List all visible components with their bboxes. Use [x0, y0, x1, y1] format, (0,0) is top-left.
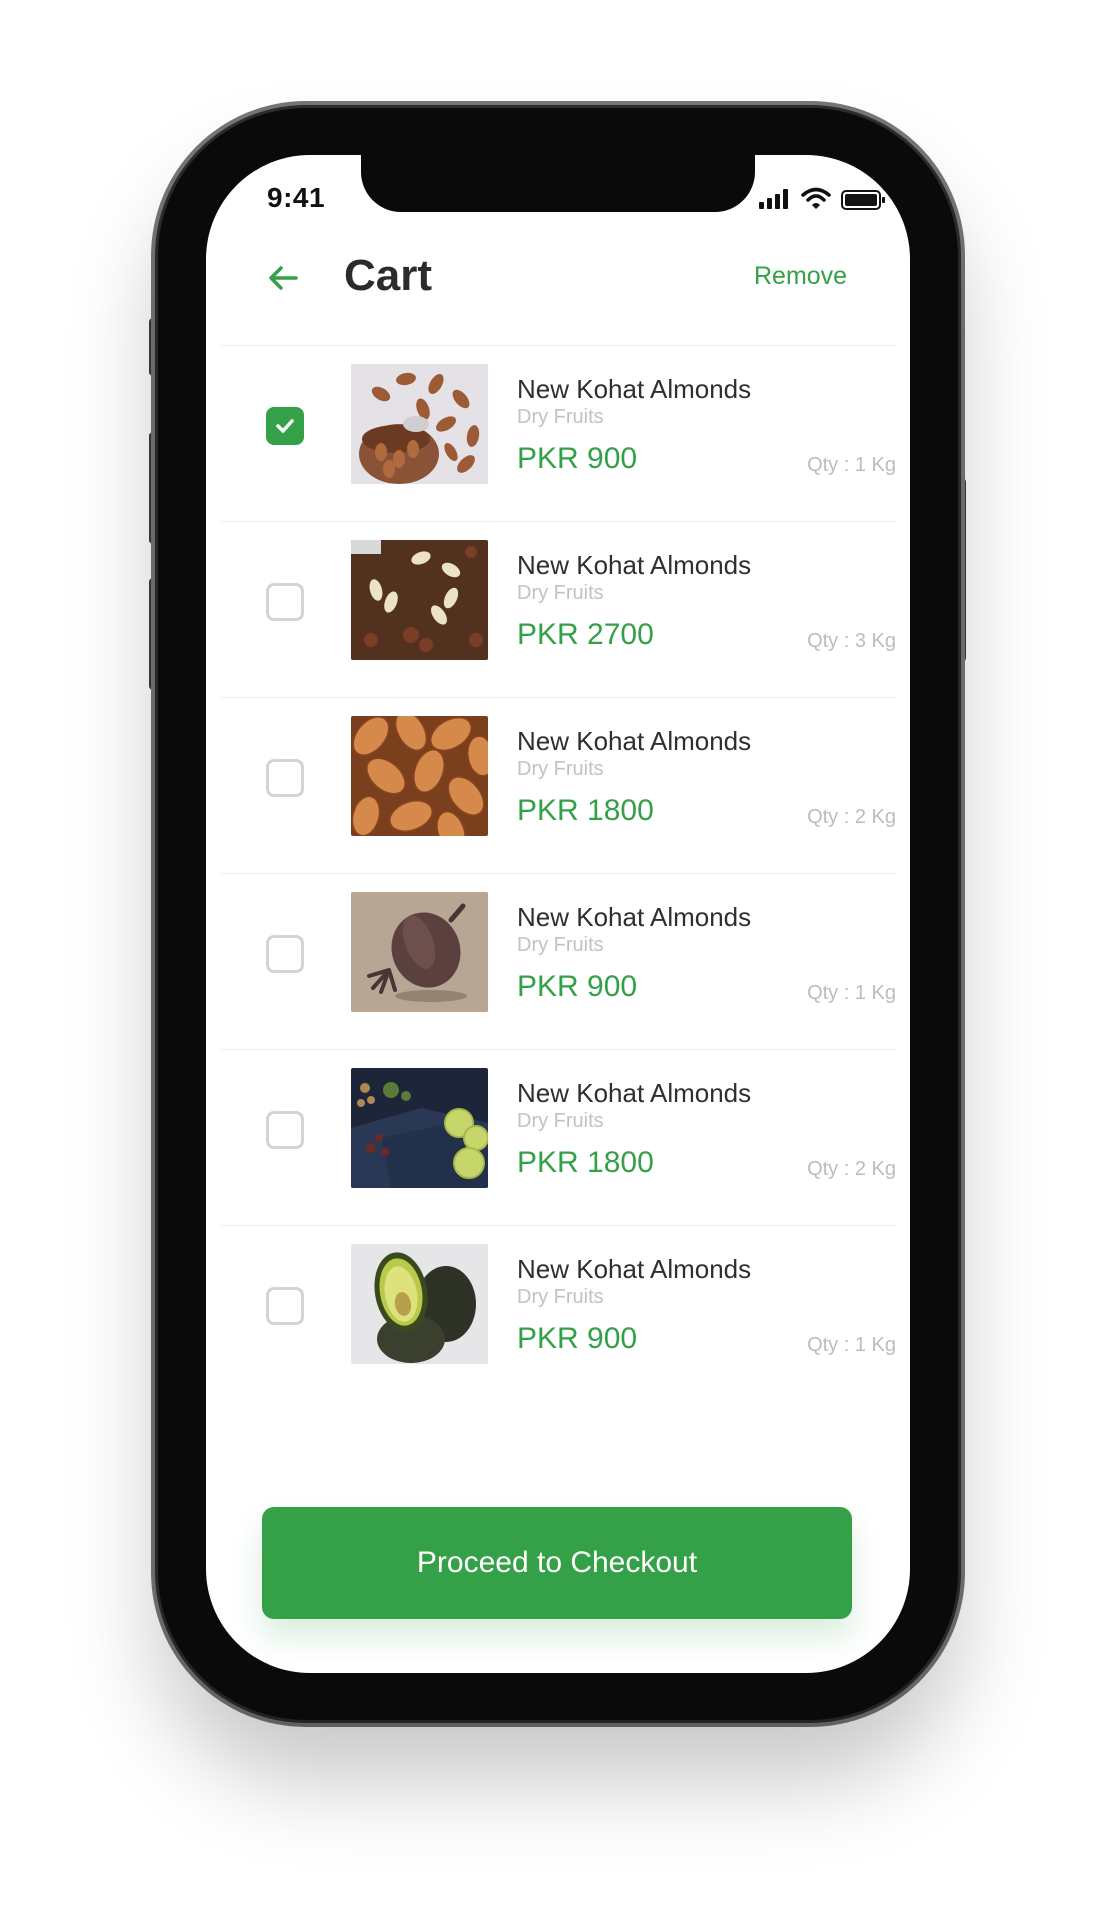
cart-item[interactable]: New Kohat Almonds Dry Fruits PKR 2700 Qt… [220, 521, 896, 697]
phone-frame: 9:41 Cart Remove New Kohat Almonds Dry F… [158, 108, 958, 1720]
product-price: PKR 900 [517, 970, 638, 1003]
product-image-almonds-bowl [351, 364, 488, 484]
product-qty: Qty : 2 Kg [807, 806, 896, 828]
cart-item[interactable]: New Kohat Almonds Dry Fruits PKR 1800 Qt… [220, 697, 896, 873]
product-image-poppy-pod [351, 892, 488, 1012]
product-qty: Qty : 3 Kg [807, 630, 896, 652]
status-time: 9:41 [267, 182, 326, 213]
item-checkbox[interactable] [266, 583, 304, 621]
product-category: Dry Fruits [517, 1286, 604, 1308]
cart-list: New Kohat Almonds Dry Fruits PKR 900 Qty… [220, 345, 896, 1401]
product-category: Dry Fruits [517, 934, 604, 956]
check-icon [276, 419, 294, 433]
product-name: New Kohat Almonds [517, 726, 752, 756]
product-price: PKR 1800 [517, 1146, 654, 1179]
battery-icon [841, 190, 885, 210]
wifi-icon [801, 187, 831, 209]
product-name: New Kohat Almonds [517, 374, 752, 404]
signal-icon [759, 189, 788, 209]
product-name: New Kohat Almonds [517, 1254, 752, 1284]
product-name: New Kohat Almonds [517, 902, 752, 932]
item-checkbox[interactable] [266, 759, 304, 797]
product-name: New Kohat Almonds [517, 1078, 752, 1108]
product-image-avocado [351, 1244, 488, 1364]
product-name: New Kohat Almonds [517, 550, 752, 580]
product-category: Dry Fruits [517, 406, 604, 428]
product-price: PKR 900 [517, 442, 638, 475]
item-checkbox[interactable] [266, 1287, 304, 1325]
item-checkbox[interactable] [266, 1111, 304, 1149]
product-qty: Qty : 1 Kg [807, 454, 896, 476]
device-mockup: 9:41 Cart Remove New Kohat Almonds Dry F… [0, 0, 1110, 1927]
cart-item[interactable]: New Kohat Almonds Dry Fruits PKR 1800 Qt… [220, 1049, 896, 1225]
product-price: PKR 1800 [517, 794, 654, 827]
product-image-lime-spices [351, 1068, 488, 1188]
notch [361, 155, 755, 212]
product-qty: Qty : 1 Kg [807, 1334, 896, 1356]
page-title: Cart [344, 251, 433, 300]
app-screen: 9:41 Cart Remove New Kohat Almonds Dry F… [206, 155, 910, 1673]
item-checkbox[interactable] [266, 935, 304, 973]
product-category: Dry Fruits [517, 582, 604, 604]
product-category: Dry Fruits [517, 1110, 604, 1132]
remove-button[interactable]: Remove [754, 262, 847, 291]
product-qty: Qty : 1 Kg [807, 982, 896, 1004]
product-price: PKR 2700 [517, 618, 654, 651]
checkout-button[interactable]: Proceed to Checkout [262, 1507, 852, 1619]
product-price: PKR 900 [517, 1322, 638, 1355]
product-qty: Qty : 2 Kg [807, 1158, 896, 1180]
product-image-mixed-nuts [351, 540, 488, 660]
product-image-almonds-closeup [351, 716, 488, 836]
item-checkbox[interactable] [266, 407, 304, 445]
product-category: Dry Fruits [517, 758, 604, 780]
cart-item[interactable]: New Kohat Almonds Dry Fruits PKR 900 Qty… [220, 345, 896, 521]
cart-item[interactable]: New Kohat Almonds Dry Fruits PKR 900 Qty… [220, 1225, 896, 1401]
cart-item[interactable]: New Kohat Almonds Dry Fruits PKR 900 Qty… [220, 873, 896, 1049]
back-arrow-icon[interactable] [266, 260, 302, 296]
